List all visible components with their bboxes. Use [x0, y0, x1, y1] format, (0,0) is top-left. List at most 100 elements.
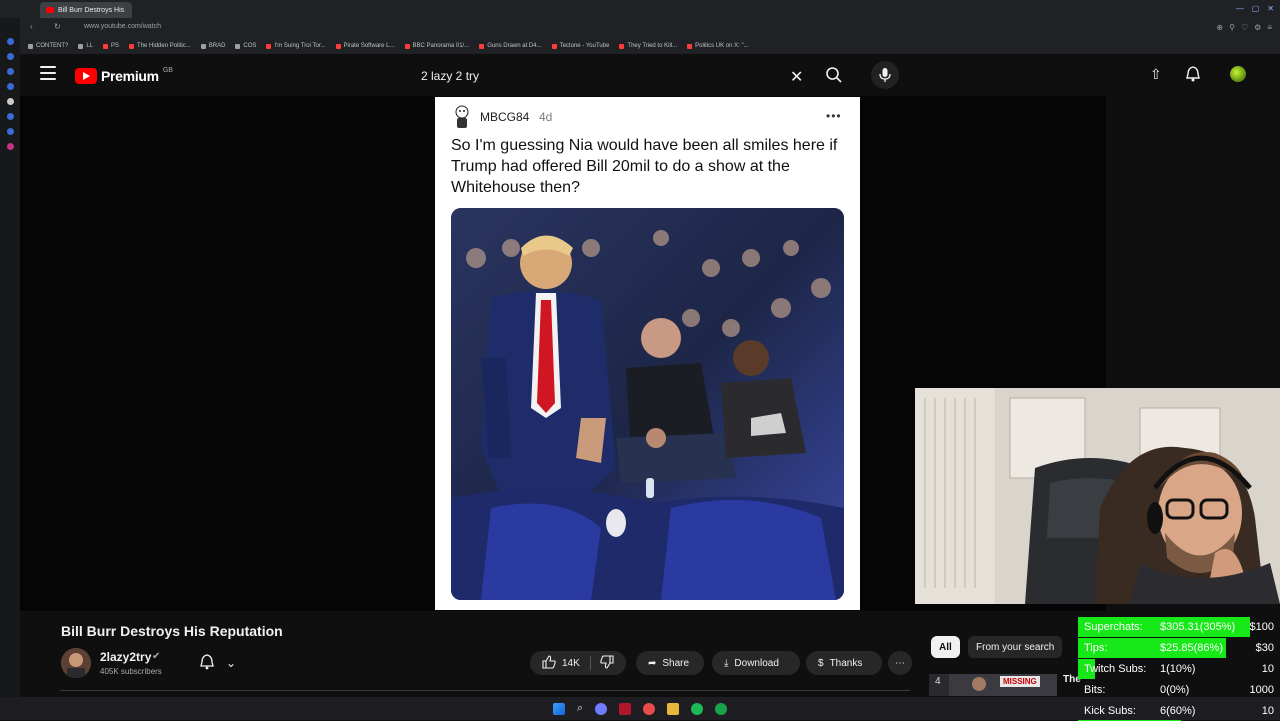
share-icon: ➦: [648, 658, 656, 669]
bookmark-item[interactable]: Guns Drawn at D4...: [479, 43, 541, 49]
bookmark-favicon-icon: [687, 44, 692, 49]
bookmark-label: Pirate Software L...: [344, 43, 395, 49]
goal-label: Superchats:: [1084, 621, 1143, 633]
browser-sidebar: [0, 18, 20, 702]
more-actions-button[interactable]: ⋯: [888, 651, 912, 675]
share-button[interactable]: ➦ Share: [636, 651, 704, 675]
bookmark-favicon-icon: [28, 44, 33, 49]
video-title: Bill Burr Destroys His Reputation: [61, 623, 283, 639]
goal-target: 10: [1262, 705, 1274, 717]
recommended-badge: MISSING: [1000, 676, 1040, 687]
pin-icon[interactable]: ⚲: [1229, 23, 1235, 32]
download-button[interactable]: ⤓ Download: [712, 651, 800, 675]
bookmark-favicon-icon: [266, 44, 271, 49]
subscriber-count: 405K subscribers: [100, 667, 162, 676]
hamburger-menu-button[interactable]: [40, 66, 56, 80]
youtube-play-icon: [75, 68, 97, 84]
upload-icon[interactable]: ⇧: [1150, 66, 1162, 83]
bookmark-item[interactable]: LL: [78, 43, 93, 49]
stream-goal-row: Twitch Subs:1(10%)10: [1078, 659, 1280, 679]
bookmark-favicon-icon: [405, 44, 410, 49]
goal-target: $100: [1250, 621, 1274, 633]
sidebar-app-icon[interactable]: [7, 98, 14, 105]
bookmark-label: Politics UK on X: "...: [695, 43, 748, 49]
browser-tab-active[interactable]: Bill Burr Destroys His: [40, 2, 132, 18]
search-input[interactable]: 2 lazy 2 try: [421, 69, 479, 83]
taskbar-app-icon[interactable]: [595, 703, 607, 715]
goal-value: $25.85(86%): [1160, 642, 1223, 654]
goal-target: $30: [1256, 642, 1274, 654]
webcam-overlay: [915, 388, 1280, 604]
channel-avatar[interactable]: [61, 648, 91, 678]
bookmark-item[interactable]: Tectone - YouTube: [552, 43, 610, 49]
clear-search-icon[interactable]: ✕: [790, 67, 803, 87]
bookmark-item[interactable]: BBC Panorama 01/...: [405, 43, 470, 49]
maximize-icon[interactable]: ▢: [1252, 4, 1260, 13]
taskbar-spotify-icon[interactable]: [691, 703, 703, 715]
dislike-icon[interactable]: [600, 655, 614, 672]
heart-icon[interactable]: ♡: [1241, 23, 1248, 32]
channel-name[interactable]: 2lazy2try: [100, 650, 151, 664]
bookmark-item[interactable]: The Hidden Politic...: [129, 43, 191, 49]
sidebar-app-icon[interactable]: [7, 68, 14, 75]
sidebar-app-icon[interactable]: [7, 143, 14, 150]
close-window-icon[interactable]: ✕: [1267, 4, 1274, 13]
filter-chip-all[interactable]: All: [931, 636, 960, 658]
stream-goal-row: Superchats:$305.31(305%)$100: [1078, 617, 1280, 637]
bookmark-favicon-icon: [235, 44, 240, 49]
youtube-favicon-icon: [46, 7, 54, 13]
sidebar-app-icon[interactable]: [7, 53, 14, 60]
sidebar-app-icon[interactable]: [7, 113, 14, 120]
goal-target: 10: [1262, 663, 1274, 675]
taskbar-browser-icon[interactable]: [619, 703, 631, 715]
account-avatar[interactable]: [1230, 66, 1246, 82]
bookmark-item[interactable]: BRAD: [201, 43, 226, 49]
settings-icon[interactable]: ⚙: [1254, 23, 1261, 32]
goal-label: Bits:: [1084, 684, 1105, 696]
bookmark-label: BBC Panorama 01/...: [413, 43, 470, 49]
post-username: MBCG84: [480, 110, 529, 124]
thanks-label: Thanks: [830, 658, 863, 669]
bookmark-item[interactable]: Pirate Software L...: [336, 43, 395, 49]
stream-goal-row: Tips:$25.85(86%)$30: [1078, 638, 1280, 658]
bookmark-item[interactable]: They Tried to Kill...: [619, 43, 677, 49]
sidebar-app-icon[interactable]: [7, 83, 14, 90]
zoom-icon[interactable]: ⊕: [1216, 23, 1223, 32]
goal-value: 0(0%): [1160, 684, 1189, 696]
bookmark-label: BRAD: [209, 43, 226, 49]
bookmark-item[interactable]: I'm Suing Troi Tor...: [266, 43, 325, 49]
like-icon[interactable]: [542, 655, 556, 672]
recommended-rank: 4: [935, 676, 941, 687]
goal-label: Kick Subs:: [1084, 705, 1136, 717]
like-count[interactable]: 14K: [562, 658, 580, 669]
bookmark-item[interactable]: Politics UK on X: "...: [687, 43, 748, 49]
reload-icon[interactable]: ↻: [54, 22, 61, 31]
youtube-premium-logo[interactable]: Premium GB: [75, 68, 173, 84]
sidebar-app-icon[interactable]: [7, 128, 14, 135]
menu-icon[interactable]: ≡: [1267, 23, 1272, 32]
subscription-bell-button[interactable]: ⌄: [190, 651, 246, 675]
taskbar-folder-icon[interactable]: [667, 703, 679, 715]
back-icon[interactable]: ‹: [30, 22, 33, 31]
bookmark-item[interactable]: CONTENT?: [28, 43, 68, 49]
notifications-icon[interactable]: [1186, 66, 1200, 85]
bookmarks-bar: CONTENT? LL PS The Hidden Politic... BRAD COS…: [0, 38, 1280, 54]
bookmark-favicon-icon: [552, 44, 557, 49]
search-icon[interactable]: [825, 66, 845, 86]
minimize-icon[interactable]: —: [1236, 4, 1244, 13]
goal-value: 1(10%): [1160, 663, 1195, 675]
microphone-icon[interactable]: [871, 61, 899, 89]
thanks-button[interactable]: $ Thanks: [806, 651, 882, 675]
taskbar-app-icon[interactable]: [643, 703, 655, 715]
taskbar-xbox-icon[interactable]: [715, 703, 727, 715]
windows-start-icon[interactable]: [553, 703, 565, 715]
bookmark-item[interactable]: COS: [235, 43, 256, 49]
taskbar-search-icon[interactable]: ⌕: [577, 702, 583, 715]
bookmark-item[interactable]: PS: [103, 43, 119, 49]
browser-tab-title: Bill Burr Destroys His: [58, 7, 124, 14]
section-divider: [60, 690, 910, 691]
filter-chip-from-search[interactable]: From your search: [968, 636, 1062, 658]
url-text[interactable]: www.youtube.com/watch: [84, 23, 161, 30]
sidebar-app-icon[interactable]: [7, 38, 14, 45]
post-user-avatar: [451, 104, 473, 130]
